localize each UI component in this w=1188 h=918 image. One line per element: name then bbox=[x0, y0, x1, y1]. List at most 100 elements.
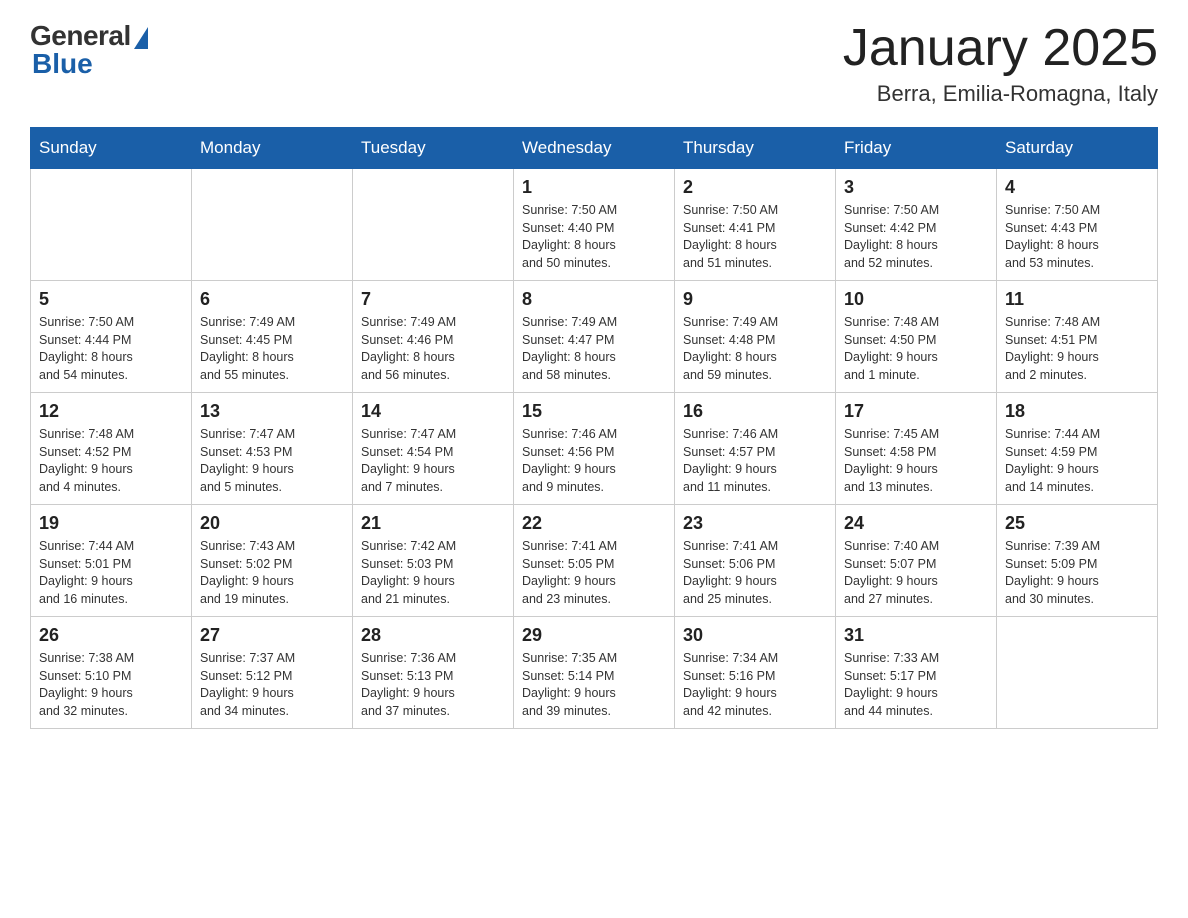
day-info: Sunrise: 7:34 AM Sunset: 5:16 PM Dayligh… bbox=[683, 650, 827, 720]
calendar-table: SundayMondayTuesdayWednesdayThursdayFrid… bbox=[30, 127, 1158, 729]
day-info: Sunrise: 7:41 AM Sunset: 5:05 PM Dayligh… bbox=[522, 538, 666, 608]
day-number: 3 bbox=[844, 177, 988, 198]
day-info: Sunrise: 7:40 AM Sunset: 5:07 PM Dayligh… bbox=[844, 538, 988, 608]
calendar-header-sunday: Sunday bbox=[31, 128, 192, 169]
calendar-header-friday: Friday bbox=[836, 128, 997, 169]
calendar-cell bbox=[997, 617, 1158, 729]
day-number: 1 bbox=[522, 177, 666, 198]
day-number: 7 bbox=[361, 289, 505, 310]
day-number: 24 bbox=[844, 513, 988, 534]
day-number: 21 bbox=[361, 513, 505, 534]
day-number: 18 bbox=[1005, 401, 1149, 422]
calendar-cell: 29 Sunrise: 7:35 AM Sunset: 5:14 PM Dayli… bbox=[514, 617, 675, 729]
day-info: Sunrise: 7:35 AM Sunset: 5:14 PM Dayligh… bbox=[522, 650, 666, 720]
day-info: Sunrise: 7:49 AM Sunset: 4:48 PM Dayligh… bbox=[683, 314, 827, 384]
day-number: 17 bbox=[844, 401, 988, 422]
calendar-cell: 10Sunrise: 7:48 AM Sunset: 4:50 PM Dayli… bbox=[836, 281, 997, 393]
day-info: Sunrise: 7:50 AM Sunset: 4:40 PM Dayligh… bbox=[522, 202, 666, 272]
day-info: Sunrise: 7:49 AM Sunset: 4:47 PM Dayligh… bbox=[522, 314, 666, 384]
calendar-cell: 16 Sunrise: 7:46 AM Sunset: 4:57 PM Dayli… bbox=[675, 393, 836, 505]
day-number: 13 bbox=[200, 401, 344, 422]
calendar-cell bbox=[31, 169, 192, 281]
day-number: 22 bbox=[522, 513, 666, 534]
day-info: Sunrise: 7:44 AM Sunset: 5:01 PM Dayligh… bbox=[39, 538, 183, 608]
day-number: 9 bbox=[683, 289, 827, 310]
calendar-cell: 13 Sunrise: 7:47 AM Sunset: 4:53 PM Dayli… bbox=[192, 393, 353, 505]
calendar-cell: 23Sunrise: 7:41 AM Sunset: 5:06 PM Dayli… bbox=[675, 505, 836, 617]
day-number: 4 bbox=[1005, 177, 1149, 198]
day-number: 11 bbox=[1005, 289, 1149, 310]
calendar-header-tuesday: Tuesday bbox=[353, 128, 514, 169]
day-info: Sunrise: 7:38 AM Sunset: 5:10 PM Dayligh… bbox=[39, 650, 183, 720]
day-info: Sunrise: 7:48 AM Sunset: 4:52 PM Dayligh… bbox=[39, 426, 183, 496]
day-number: 30 bbox=[683, 625, 827, 646]
calendar-header-thursday: Thursday bbox=[675, 128, 836, 169]
calendar-cell: 26 Sunrise: 7:38 AM Sunset: 5:10 PM Dayli… bbox=[31, 617, 192, 729]
logo: General Blue bbox=[30, 20, 148, 80]
calendar-cell: 21 Sunrise: 7:42 AM Sunset: 5:03 PM Dayli… bbox=[353, 505, 514, 617]
calendar-cell bbox=[353, 169, 514, 281]
day-number: 27 bbox=[200, 625, 344, 646]
logo-blue-text: Blue bbox=[32, 48, 93, 80]
day-number: 29 bbox=[522, 625, 666, 646]
day-info: Sunrise: 7:50 AM Sunset: 4:43 PM Dayligh… bbox=[1005, 202, 1149, 272]
calendar-header-wednesday: Wednesday bbox=[514, 128, 675, 169]
day-info: Sunrise: 7:48 AM Sunset: 4:51 PM Dayligh… bbox=[1005, 314, 1149, 384]
calendar-cell: 4 Sunrise: 7:50 AM Sunset: 4:43 PM Daylig… bbox=[997, 169, 1158, 281]
calendar-header-monday: Monday bbox=[192, 128, 353, 169]
calendar-cell: 9 Sunrise: 7:49 AM Sunset: 4:48 PM Daylig… bbox=[675, 281, 836, 393]
day-info: Sunrise: 7:49 AM Sunset: 4:45 PM Dayligh… bbox=[200, 314, 344, 384]
day-info: Sunrise: 7:36 AM Sunset: 5:13 PM Dayligh… bbox=[361, 650, 505, 720]
day-info: Sunrise: 7:46 AM Sunset: 4:56 PM Dayligh… bbox=[522, 426, 666, 496]
calendar-cell: 19 Sunrise: 7:44 AM Sunset: 5:01 PM Dayli… bbox=[31, 505, 192, 617]
day-number: 20 bbox=[200, 513, 344, 534]
calendar-header-saturday: Saturday bbox=[997, 128, 1158, 169]
day-info: Sunrise: 7:46 AM Sunset: 4:57 PM Dayligh… bbox=[683, 426, 827, 496]
day-number: 31 bbox=[844, 625, 988, 646]
calendar-cell: 24 Sunrise: 7:40 AM Sunset: 5:07 PM Dayli… bbox=[836, 505, 997, 617]
calendar-cell: 14 Sunrise: 7:47 AM Sunset: 4:54 PM Dayli… bbox=[353, 393, 514, 505]
day-info: Sunrise: 7:50 AM Sunset: 4:42 PM Dayligh… bbox=[844, 202, 988, 272]
day-number: 26 bbox=[39, 625, 183, 646]
calendar-cell: 20 Sunrise: 7:43 AM Sunset: 5:02 PM Dayli… bbox=[192, 505, 353, 617]
title-section: January 2025 Berra, Emilia-Romagna, Ital… bbox=[843, 20, 1158, 107]
day-number: 5 bbox=[39, 289, 183, 310]
day-info: Sunrise: 7:42 AM Sunset: 5:03 PM Dayligh… bbox=[361, 538, 505, 608]
day-number: 25 bbox=[1005, 513, 1149, 534]
calendar-week-row: 1 Sunrise: 7:50 AM Sunset: 4:40 PM Daylig… bbox=[31, 169, 1158, 281]
calendar-cell: 6Sunrise: 7:49 AM Sunset: 4:45 PM Daylig… bbox=[192, 281, 353, 393]
day-number: 23 bbox=[683, 513, 827, 534]
day-info: Sunrise: 7:33 AM Sunset: 5:17 PM Dayligh… bbox=[844, 650, 988, 720]
calendar-cell: 17Sunrise: 7:45 AM Sunset: 4:58 PM Dayli… bbox=[836, 393, 997, 505]
day-number: 19 bbox=[39, 513, 183, 534]
day-info: Sunrise: 7:50 AM Sunset: 4:44 PM Dayligh… bbox=[39, 314, 183, 384]
calendar-cell: 30 Sunrise: 7:34 AM Sunset: 5:16 PM Dayli… bbox=[675, 617, 836, 729]
day-info: Sunrise: 7:47 AM Sunset: 4:53 PM Dayligh… bbox=[200, 426, 344, 496]
calendar-week-row: 5 Sunrise: 7:50 AM Sunset: 4:44 PM Daylig… bbox=[31, 281, 1158, 393]
calendar-cell: 2Sunrise: 7:50 AM Sunset: 4:41 PM Daylig… bbox=[675, 169, 836, 281]
calendar-cell: 31 Sunrise: 7:33 AM Sunset: 5:17 PM Dayli… bbox=[836, 617, 997, 729]
day-number: 15 bbox=[522, 401, 666, 422]
calendar-cell: 18Sunrise: 7:44 AM Sunset: 4:59 PM Dayli… bbox=[997, 393, 1158, 505]
logo-triangle-icon bbox=[134, 27, 148, 49]
day-number: 12 bbox=[39, 401, 183, 422]
calendar-cell: 1 Sunrise: 7:50 AM Sunset: 4:40 PM Daylig… bbox=[514, 169, 675, 281]
calendar-cell: 25Sunrise: 7:39 AM Sunset: 5:09 PM Dayli… bbox=[997, 505, 1158, 617]
day-info: Sunrise: 7:47 AM Sunset: 4:54 PM Dayligh… bbox=[361, 426, 505, 496]
calendar-cell: 11 Sunrise: 7:48 AM Sunset: 4:51 PM Dayli… bbox=[997, 281, 1158, 393]
calendar-week-row: 26 Sunrise: 7:38 AM Sunset: 5:10 PM Dayli… bbox=[31, 617, 1158, 729]
page-header: General Blue January 2025 Berra, Emilia-… bbox=[30, 20, 1158, 107]
day-number: 16 bbox=[683, 401, 827, 422]
day-info: Sunrise: 7:50 AM Sunset: 4:41 PM Dayligh… bbox=[683, 202, 827, 272]
calendar-cell: 3 Sunrise: 7:50 AM Sunset: 4:42 PM Daylig… bbox=[836, 169, 997, 281]
day-info: Sunrise: 7:48 AM Sunset: 4:50 PM Dayligh… bbox=[844, 314, 988, 384]
day-info: Sunrise: 7:37 AM Sunset: 5:12 PM Dayligh… bbox=[200, 650, 344, 720]
calendar-cell: 12 Sunrise: 7:48 AM Sunset: 4:52 PM Dayli… bbox=[31, 393, 192, 505]
day-info: Sunrise: 7:43 AM Sunset: 5:02 PM Dayligh… bbox=[200, 538, 344, 608]
calendar-week-row: 12 Sunrise: 7:48 AM Sunset: 4:52 PM Dayli… bbox=[31, 393, 1158, 505]
day-number: 14 bbox=[361, 401, 505, 422]
calendar-header-row: SundayMondayTuesdayWednesdayThursdayFrid… bbox=[31, 128, 1158, 169]
day-info: Sunrise: 7:49 AM Sunset: 4:46 PM Dayligh… bbox=[361, 314, 505, 384]
calendar-cell: 22 Sunrise: 7:41 AM Sunset: 5:05 PM Dayli… bbox=[514, 505, 675, 617]
calendar-cell: 28Sunrise: 7:36 AM Sunset: 5:13 PM Dayli… bbox=[353, 617, 514, 729]
